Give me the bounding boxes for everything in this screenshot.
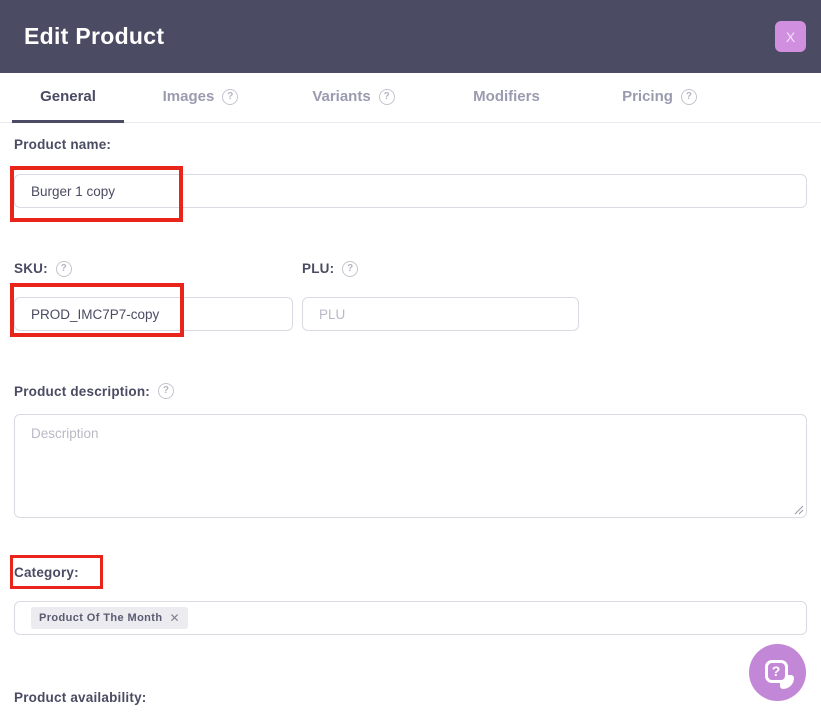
category-label: Category: <box>14 564 79 580</box>
sku-input[interactable] <box>14 297 293 331</box>
tab-variants[interactable]: Variants ? <box>277 73 430 123</box>
tab-pricing-label: Pricing <box>622 88 673 105</box>
sku-label: SKU: ? <box>14 260 72 277</box>
edit-product-modal: { "header": { "title": "Edit Product", "… <box>0 0 821 716</box>
category-tag-label: Product Of The Month <box>39 611 163 624</box>
close-icon[interactable]: X <box>775 21 806 52</box>
support-chat-button[interactable]: ? <box>749 644 806 701</box>
tab-modifiers-label: Modifiers <box>473 88 540 105</box>
help-icon[interactable]: ? <box>680 88 697 105</box>
tab-bar: General Images ? Variants ? Modifiers Pr… <box>0 73 821 123</box>
product-name-label: Product name: <box>14 137 112 152</box>
help-icon[interactable]: ? <box>342 260 359 277</box>
category-select-input[interactable]: Product Of The Month ✕ <box>14 600 807 635</box>
help-icon[interactable]: ? <box>55 260 72 277</box>
tab-general-label: General <box>40 88 96 105</box>
modal-title: Edit Product <box>24 23 165 49</box>
tab-images-label: Images <box>162 88 215 105</box>
plu-label: PLU: ? <box>302 260 359 277</box>
category-tag: Product Of The Month ✕ <box>31 606 188 629</box>
remove-tag-icon[interactable]: ✕ <box>169 611 179 625</box>
tab-modifiers[interactable]: Modifiers <box>430 73 583 123</box>
help-icon[interactable]: ? <box>378 88 395 105</box>
tab-general[interactable]: General <box>12 73 124 123</box>
description-textarea[interactable] <box>14 413 807 518</box>
chat-bubble: ? <box>764 659 788 683</box>
description-label: Product description: ? <box>14 383 175 399</box>
availability-label: Product availability: <box>14 689 147 705</box>
sku-plu-row: SKU: ? PLU: ? <box>14 260 807 331</box>
modal-header: Edit Product X <box>0 0 821 73</box>
product-name-input[interactable] <box>14 174 807 208</box>
tab-variants-label: Variants <box>312 88 371 105</box>
tab-pricing[interactable]: Pricing ? <box>583 73 736 123</box>
plu-label-text: PLU: <box>302 261 335 276</box>
chat-question-icon: ? <box>764 659 794 689</box>
general-tab-panel: Product name: SKU: ? PLU: ? Product desc… <box>0 123 821 707</box>
description-label-text: Product description: <box>14 383 151 399</box>
sku-label-text: SKU: <box>14 261 48 276</box>
help-icon[interactable]: ? <box>222 88 239 105</box>
plu-input[interactable] <box>302 297 579 331</box>
help-icon[interactable]: ? <box>158 383 175 399</box>
tab-images[interactable]: Images ? <box>124 73 277 123</box>
question-glyph: ? <box>771 663 781 679</box>
plu-field-group: PLU: ? <box>302 260 579 331</box>
sku-field-group: SKU: ? <box>14 260 293 331</box>
description-field-wrap <box>14 413 807 518</box>
